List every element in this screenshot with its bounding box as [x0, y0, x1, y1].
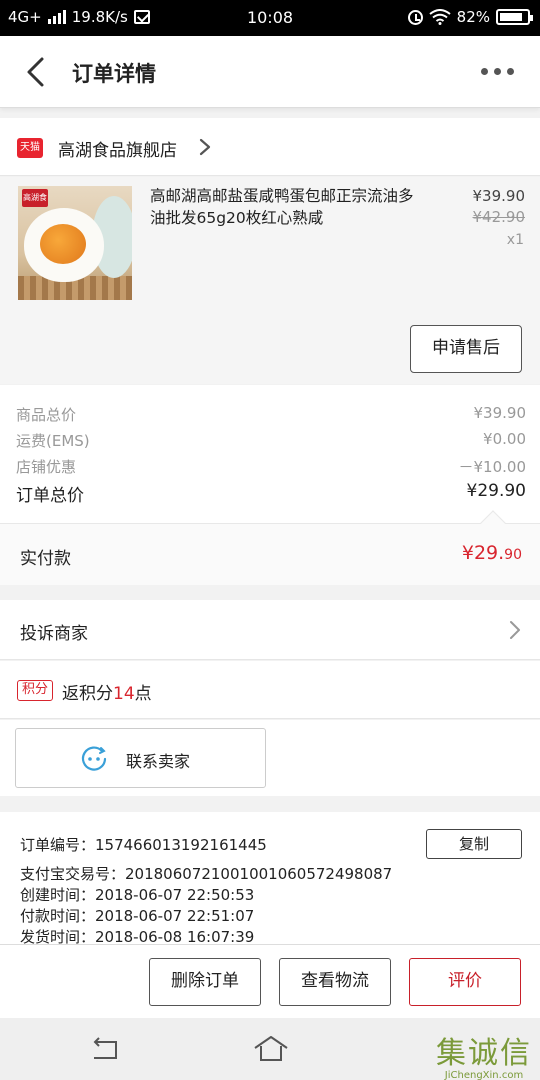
- top-nav-bar: 订单详情: [0, 36, 540, 108]
- summary-label: 店铺优惠: [16, 458, 77, 476]
- summary-row-goods: 商品总价 ¥39.90: [16, 404, 526, 425]
- product-original-price: ¥42.90: [472, 208, 526, 226]
- product-image[interactable]: 高湖食: [18, 186, 132, 300]
- actual-payment-row: 实付款 ¥29.90: [0, 510, 540, 585]
- product-item[interactable]: 高湖食 高邮湖高邮盐蛋咸鸭蛋包邮正宗流油多油批发65g20枚红心熟咸 ¥39.9…: [0, 177, 540, 384]
- summary-row-discount: 店铺优惠 －¥10.00: [16, 456, 526, 477]
- more-options-icon[interactable]: [481, 68, 514, 75]
- order-number: 订单编号：157466013192161445: [20, 836, 267, 854]
- order-total-value: ¥29.90: [466, 481, 526, 501]
- chat-face-icon: [81, 746, 107, 771]
- battery-percent: 82%: [456, 8, 490, 26]
- status-right: 82%: [407, 8, 533, 26]
- system-home-icon[interactable]: [253, 1034, 289, 1064]
- paid-time: 付款时间：2018-06-07 22:51:07: [20, 907, 255, 925]
- alipay-trade-number: 支付宝交易号：2018060721001001060572498087: [20, 865, 393, 883]
- complain-seller-row[interactable]: 投诉商家: [0, 600, 540, 660]
- system-back-icon[interactable]: [90, 1036, 120, 1062]
- back-arrow-icon[interactable]: [22, 56, 52, 88]
- copy-button[interactable]: 复制: [426, 829, 522, 859]
- watermark-main: 集诚信: [436, 1036, 532, 1071]
- product-quantity: x1: [506, 232, 524, 248]
- summary-value: －¥10.00: [458, 458, 527, 476]
- shop-row[interactable]: 天猫 高湖食品旗舰店: [0, 118, 540, 176]
- order-total-label: 订单总价: [16, 486, 84, 506]
- after-sale-button[interactable]: 申请售后: [410, 325, 522, 373]
- page-title: 订单详情: [72, 62, 156, 86]
- review-button[interactable]: 评价: [409, 958, 521, 1006]
- bottom-action-bar: 删除订单 查看物流 评价: [0, 944, 540, 1018]
- delete-order-button[interactable]: 删除订单: [149, 958, 261, 1006]
- product-image-logo: 高湖食: [22, 189, 48, 207]
- chevron-right-icon: [199, 138, 211, 156]
- wifi-icon: [429, 9, 451, 25]
- watermark-logo: 集诚信 JiChengXin.com: [436, 1028, 532, 1080]
- product-price: ¥39.90: [472, 187, 526, 205]
- view-logistics-button[interactable]: 查看物流: [279, 958, 391, 1006]
- summary-value: ¥0.00: [483, 430, 526, 448]
- actual-payment-label: 实付款: [20, 549, 71, 569]
- status-bar: 4G+ 19.8K/s 10:08 82%: [0, 0, 540, 36]
- order-info: 订单编号：157466013192161445 复制 支付宝交易号：201806…: [0, 812, 540, 946]
- points-row: 积分 返积分14点: [0, 661, 540, 719]
- watermark-sub: JiChengXin.com: [444, 1070, 524, 1080]
- points-badge: 积分: [17, 680, 53, 701]
- price-summary: 商品总价 ¥39.90 运费(EMS) ¥0.00 店铺优惠 －¥10.00 订…: [0, 385, 540, 523]
- chevron-right-icon: [510, 621, 520, 639]
- alarm-icon: [407, 9, 423, 25]
- contact-area: 联系卖家: [0, 720, 540, 796]
- actual-payment-amount: ¥29.90: [461, 542, 522, 564]
- contact-seller-label: 联系卖家: [126, 752, 191, 771]
- summary-row-shipping: 运费(EMS) ¥0.00: [16, 430, 526, 451]
- complain-seller-label: 投诉商家: [20, 624, 88, 644]
- summary-row-total: 订单总价 ¥29.90: [16, 481, 526, 506]
- battery-icon: [496, 9, 533, 25]
- created-time: 创建时间：2018-06-07 22:50:53: [20, 886, 255, 904]
- summary-label: 运费(EMS): [16, 432, 90, 450]
- points-text: 返积分14点: [62, 684, 152, 704]
- tmall-badge-icon: 天猫: [17, 138, 43, 158]
- system-nav-bar: 集诚信 JiChengXin.com: [0, 1018, 540, 1080]
- contact-seller-button[interactable]: 联系卖家: [15, 728, 266, 788]
- summary-value: ¥39.90: [473, 404, 527, 422]
- product-title: 高邮湖高邮盐蛋咸鸭蛋包邮正宗流油多油批发65g20枚红心熟咸: [150, 187, 414, 227]
- summary-label: 商品总价: [16, 406, 77, 424]
- shop-name: 高湖食品旗舰店: [58, 141, 177, 161]
